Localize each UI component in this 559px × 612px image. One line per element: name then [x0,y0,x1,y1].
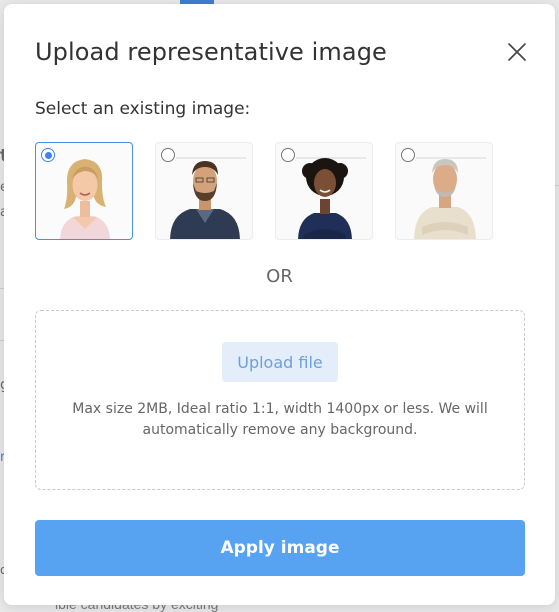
close-button[interactable] [503,38,531,66]
image-radio[interactable] [281,148,295,162]
image-radio-selected[interactable] [41,148,55,162]
image-radio[interactable] [161,148,175,162]
upload-file-button[interactable]: Upload file [222,342,338,382]
upload-hint-text: Max size 2MB, Ideal ratio 1:1, width 140… [72,401,488,438]
upload-image-modal: Upload representative image Select an ex… [4,4,555,605]
modal-title: Upload representative image [35,38,387,66]
image-option-3[interactable] [275,142,373,240]
image-radio[interactable] [401,148,415,162]
select-image-label: Select an existing image: [35,99,251,119]
image-option-4[interactable] [395,142,493,240]
background-divider [555,185,559,186]
file-drop-zone[interactable]: Upload file Max size 2MB, Ideal ratio 1:… [35,310,525,490]
close-icon [508,43,526,61]
image-option-1[interactable] [35,142,133,240]
apply-image-button[interactable]: Apply image [35,520,525,576]
or-separator: OR [266,266,293,287]
image-option-2[interactable] [155,142,253,240]
